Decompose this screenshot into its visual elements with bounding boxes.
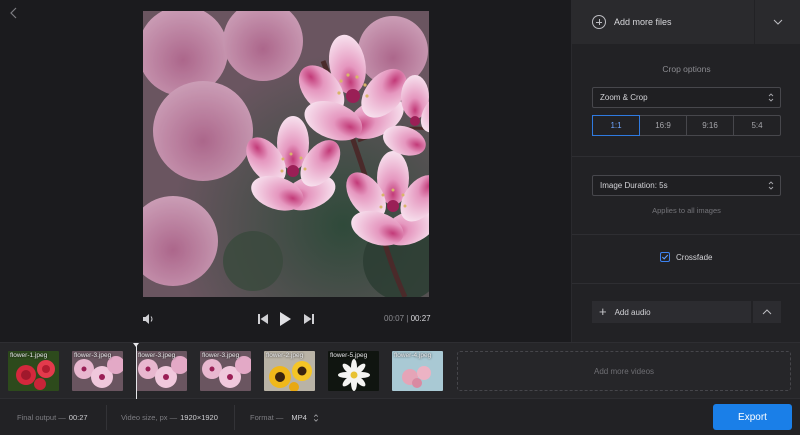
timecode: 00:07 | 00:27 bbox=[384, 314, 431, 323]
play-button[interactable] bbox=[279, 311, 292, 327]
timeline-clip[interactable]: flower-3.jpeg bbox=[72, 351, 123, 391]
volume-button[interactable] bbox=[141, 312, 155, 326]
playhead[interactable] bbox=[133, 343, 139, 399]
total-time: 00:27 bbox=[410, 314, 431, 323]
divider bbox=[572, 156, 800, 157]
preview-image bbox=[143, 11, 429, 297]
divider bbox=[106, 405, 107, 430]
video-size-label: Video size, px — bbox=[121, 413, 178, 422]
player-controls: 00:07 | 00:27 bbox=[0, 306, 571, 334]
back-button[interactable] bbox=[6, 5, 22, 21]
current-time: 00:07 bbox=[384, 314, 405, 323]
plus-circle-icon bbox=[592, 15, 606, 29]
crop-mode-select[interactable]: Zoom & Crop bbox=[592, 87, 781, 108]
final-output-value: 00:27 bbox=[68, 413, 88, 422]
timeline-clip[interactable]: flower-5.jpeg bbox=[328, 351, 379, 391]
updown-arrows-icon bbox=[313, 413, 318, 422]
final-output-label: Final output — bbox=[17, 413, 66, 422]
updown-arrows-icon bbox=[768, 93, 774, 102]
timeline: flower-1.jpeg flower-3.jpeg flower-3.jpe… bbox=[0, 342, 800, 399]
skip-forward-icon bbox=[304, 314, 314, 324]
timeline-clip[interactable]: flower-1.jpeg bbox=[8, 351, 59, 391]
chevron-up-icon bbox=[762, 309, 772, 315]
final-output: Final output — 00:27 bbox=[17, 399, 88, 435]
add-more-files-label: Add more files bbox=[614, 17, 672, 27]
divider bbox=[572, 234, 800, 235]
crossfade-label: Crossfade bbox=[676, 252, 713, 262]
ratio-1-1[interactable]: 1:1 bbox=[592, 115, 640, 136]
clip-name: flower-5.jpeg bbox=[330, 352, 368, 359]
timeline-clip[interactable]: flower-2.jpeg bbox=[264, 351, 315, 391]
audio-collapse-toggle[interactable] bbox=[753, 301, 781, 323]
timeline-clip[interactable]: flower-4.jpeg bbox=[392, 351, 443, 391]
divider bbox=[234, 405, 235, 430]
ratio-16-9[interactable]: 16:9 bbox=[639, 116, 686, 135]
format: Format — MP4 bbox=[250, 399, 320, 435]
crop-mode-value: Zoom & Crop bbox=[600, 93, 648, 102]
timeline-clip[interactable]: flower-3.jpeg bbox=[200, 351, 251, 391]
crop-options-title: Crop options bbox=[662, 64, 711, 74]
format-select[interactable]: MP4 bbox=[291, 413, 319, 423]
format-label: Format — bbox=[250, 413, 284, 422]
image-duration-select[interactable]: Image Duration: 5s bbox=[592, 175, 781, 196]
crossfade-toggle[interactable]: Crossfade bbox=[660, 252, 712, 262]
video-size: Video size, px — 1920×1920 bbox=[121, 399, 218, 435]
updown-arrows-icon bbox=[768, 181, 774, 190]
aspect-ratio-group: 1:1 16:9 9:16 5:4 bbox=[592, 115, 781, 136]
play-icon bbox=[280, 312, 291, 326]
format-value: MP4 bbox=[291, 413, 307, 422]
divider bbox=[572, 283, 800, 284]
skip-back-icon bbox=[258, 314, 268, 324]
chevron-down-icon bbox=[773, 19, 783, 25]
ratio-9-16[interactable]: 9:16 bbox=[686, 116, 733, 135]
add-more-files-button[interactable]: Add more files bbox=[572, 0, 754, 44]
crossfade-checkbox[interactable] bbox=[660, 252, 670, 262]
export-button[interactable]: Export bbox=[713, 404, 792, 430]
plus-icon: + bbox=[599, 304, 607, 319]
skip-forward-button[interactable] bbox=[303, 312, 315, 326]
footer-bar: Final output — 00:27 Video size, px — 19… bbox=[0, 398, 800, 435]
clip-name: flower-2.jpeg bbox=[266, 352, 304, 359]
clip-name: flower-3.jpeg bbox=[202, 352, 240, 359]
preview-area: 00:07 | 00:27 bbox=[0, 0, 571, 342]
image-duration-value: Image Duration: 5s bbox=[600, 181, 668, 190]
settings-panel: Add more files Crop options Zoom & Crop … bbox=[571, 0, 800, 342]
clip-name: flower-1.jpeg bbox=[10, 352, 48, 359]
files-dropdown-toggle[interactable] bbox=[755, 0, 800, 44]
add-audio-label: Add audio bbox=[614, 307, 651, 317]
skip-back-button[interactable] bbox=[257, 312, 269, 326]
clip-name: flower-4.jpeg bbox=[394, 352, 432, 359]
chevron-left-icon bbox=[10, 7, 17, 19]
video-size-value: 1920×1920 bbox=[180, 413, 218, 422]
applies-hint: Applies to all images bbox=[652, 206, 721, 215]
ratio-5-4[interactable]: 5:4 bbox=[733, 116, 780, 135]
clip-name: flower-3.jpeg bbox=[74, 352, 112, 359]
add-more-videos-dropzone[interactable]: Add more videos bbox=[457, 351, 791, 391]
checkmark-icon bbox=[661, 254, 669, 260]
clip-name: flower-3.jpeg bbox=[138, 352, 176, 359]
timeline-clip[interactable]: flower-3.jpeg bbox=[136, 351, 187, 391]
volume-icon bbox=[143, 314, 153, 324]
add-audio-button[interactable]: + Add audio bbox=[592, 301, 751, 323]
